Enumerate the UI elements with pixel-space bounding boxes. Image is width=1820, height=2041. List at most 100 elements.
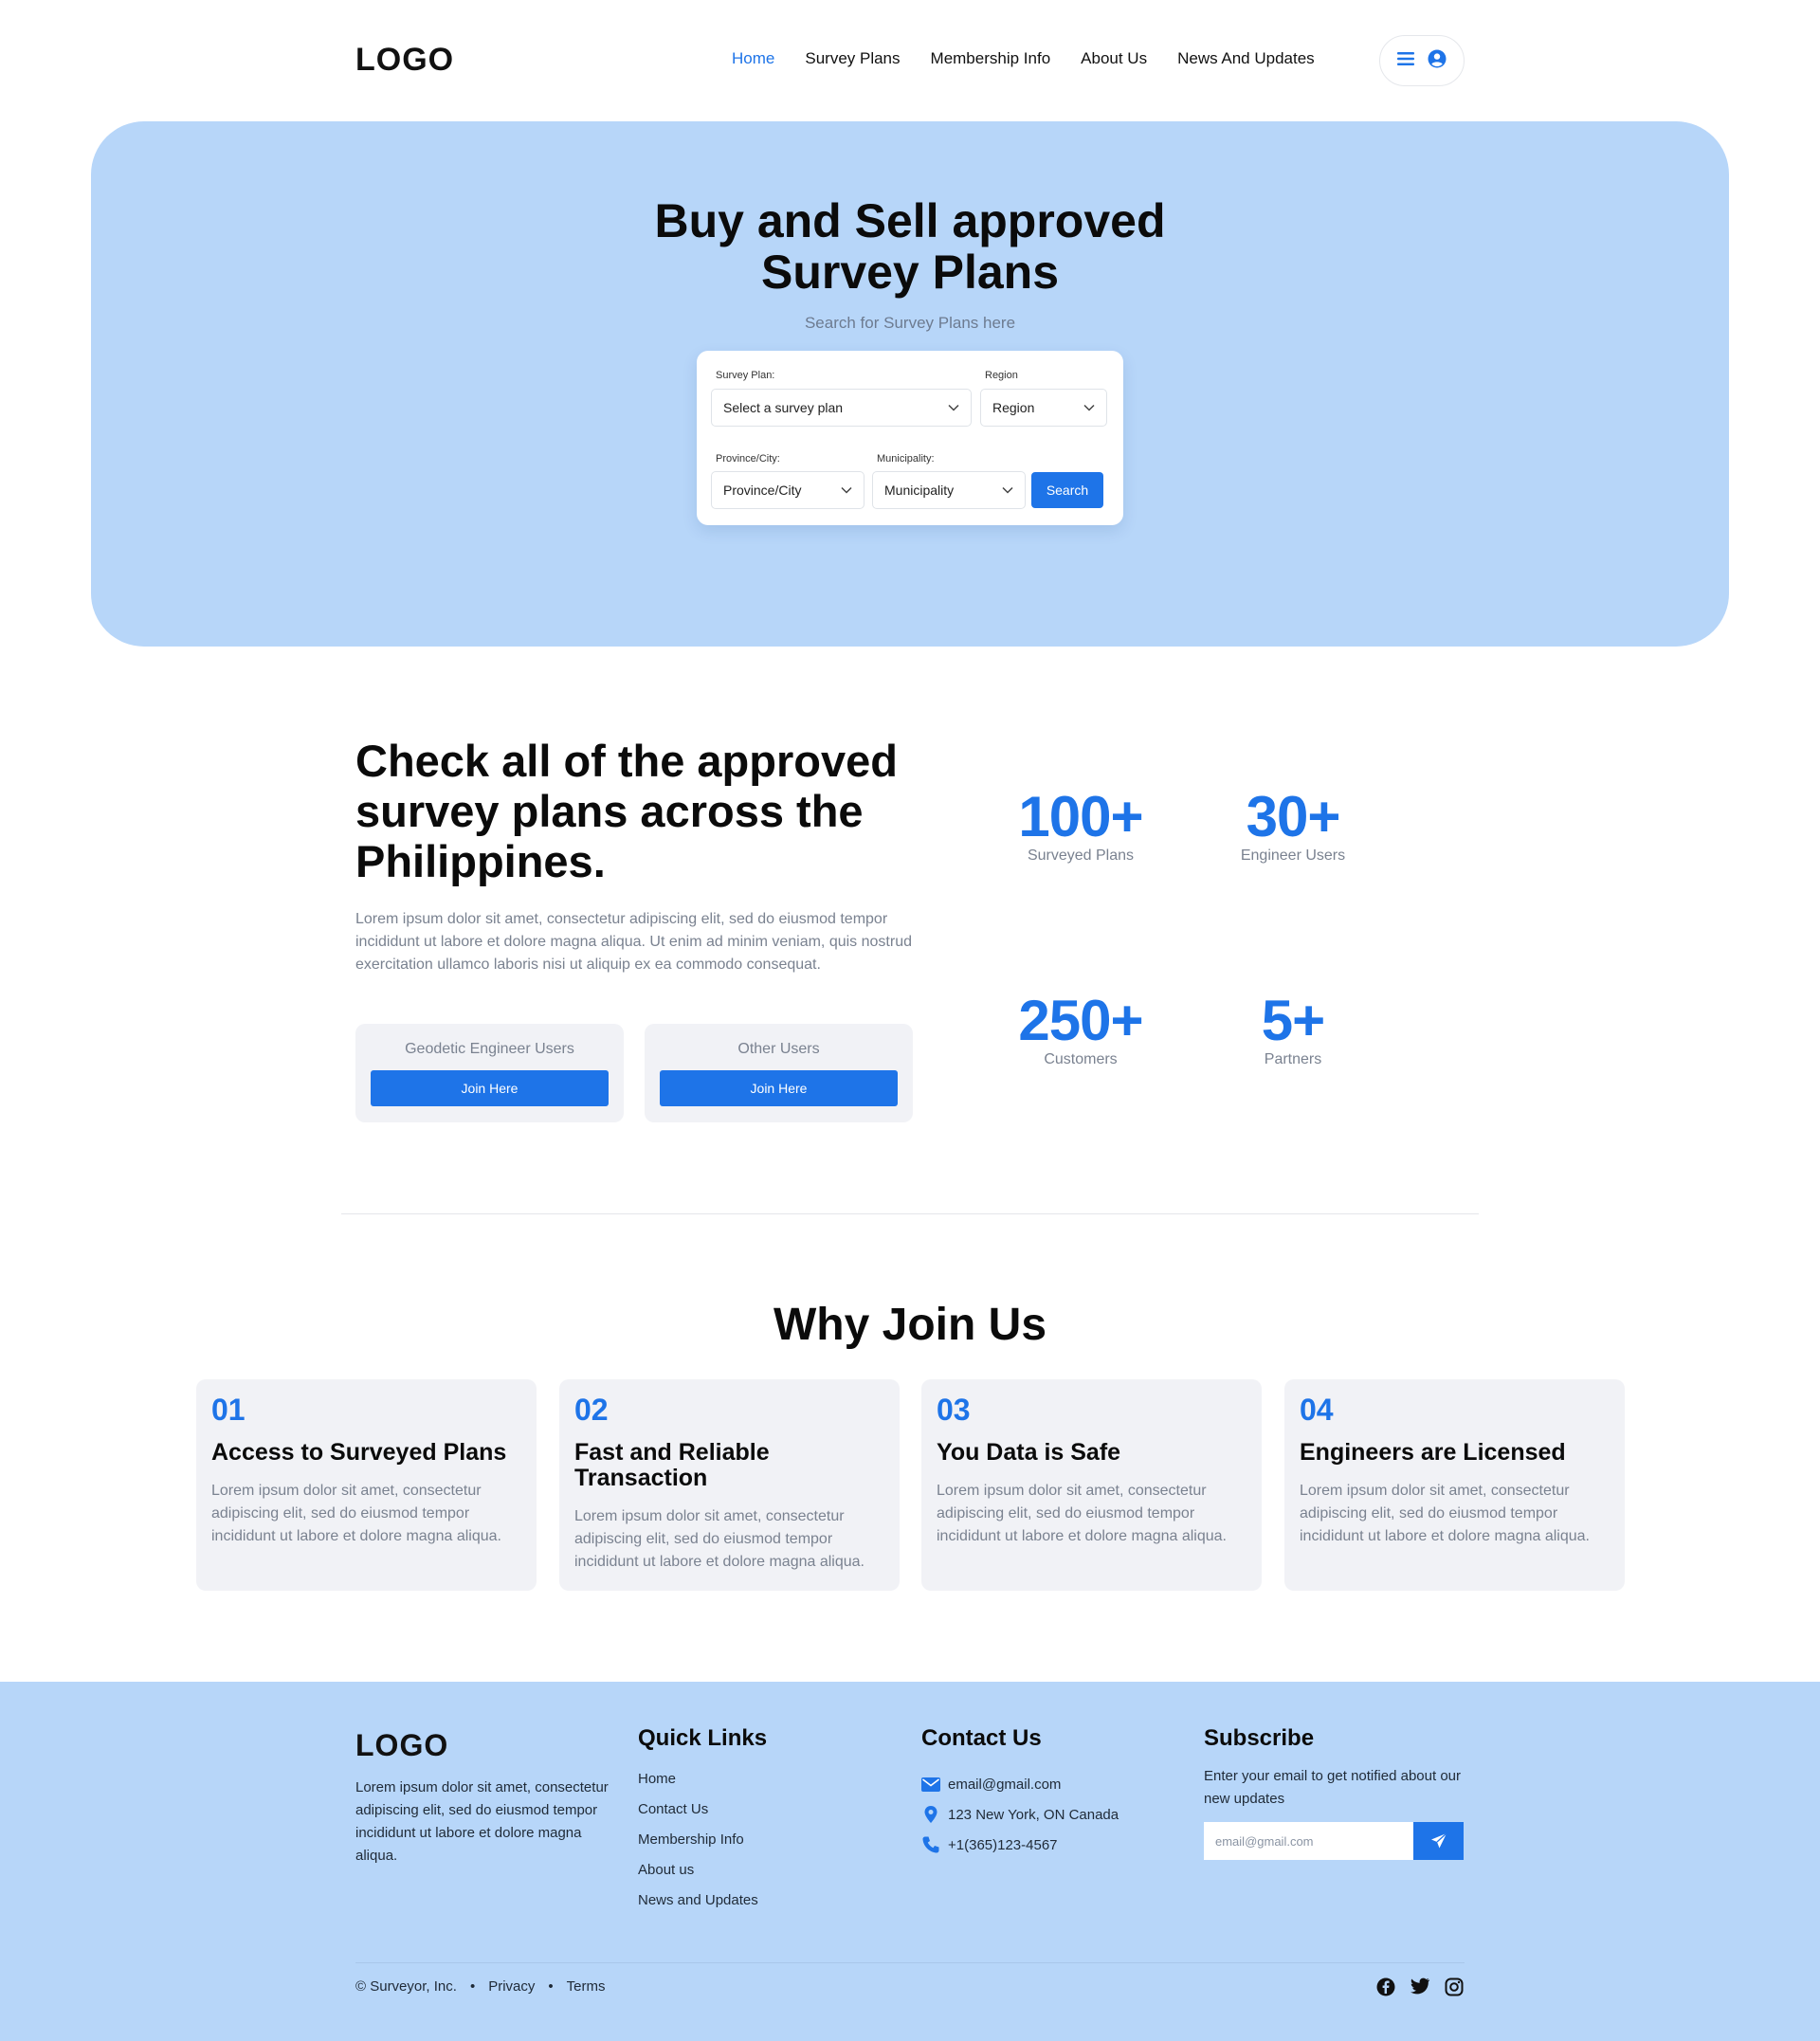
join-other-button[interactable]: Join Here [660, 1070, 898, 1106]
footer-about-text: Lorem ipsum dolor sit amet, consectetur … [355, 1779, 609, 1864]
region-value: Region [992, 400, 1035, 415]
separator-dot: • [548, 1978, 554, 1995]
contact-address: 123 New York, ON Canada [948, 1806, 1119, 1823]
map-pin-icon [924, 1806, 937, 1823]
user-icon[interactable] [1428, 49, 1447, 73]
chevron-down-icon [1002, 486, 1013, 494]
send-icon [1430, 1832, 1447, 1849]
why-card-3: 03 You Data is Safe Lorem ipsum dolor si… [921, 1379, 1262, 1591]
terms-link[interactable]: Terms [567, 1978, 606, 1995]
stat-partners: 5+ Partners [1189, 993, 1397, 1068]
copyright: © Surveyor, Inc. [355, 1978, 457, 1995]
hero-title-line-2: Survey Plans [760, 246, 1060, 299]
twitter-icon[interactable] [1410, 1977, 1429, 1995]
facebook-icon[interactable] [1376, 1977, 1395, 1996]
contact-address-row: 123 New York, ON Canada [921, 1799, 1119, 1830]
section-divider [341, 1213, 1479, 1214]
hero-title-line-1: Buy and Sell approved [654, 194, 1166, 247]
hero-title: Buy and Sell approved Survey Plans [91, 195, 1729, 298]
chevron-down-icon [948, 404, 959, 411]
top-navbar: LOGO Home Survey Plans Membership Info A… [0, 0, 1820, 121]
stat-label: Engineer Users [1240, 847, 1346, 864]
stat-label: Partners [1264, 1051, 1322, 1067]
stat-surveyed-plans: 100+ Surveyed Plans [976, 789, 1185, 865]
why-card-1: 01 Access to Surveyed Plans Lorem ipsum … [196, 1379, 537, 1591]
hero-section: Buy and Sell approved Survey Plans Searc… [91, 121, 1729, 647]
search-form: Survey Plan: Select a survey plan Region… [697, 351, 1123, 525]
card-title: You Data is Safe [937, 1439, 1121, 1466]
separator-dot: • [469, 1978, 476, 1995]
province-city-select[interactable]: Province/City [711, 471, 864, 509]
region-label: Region [985, 370, 1018, 381]
mail-icon [921, 1777, 940, 1792]
contact-phone[interactable]: +1(365)123-4567 [948, 1837, 1058, 1853]
footer-link-news-and-updates[interactable]: News and Updates [638, 1890, 758, 1921]
province-city-label: Province/City: [716, 453, 780, 465]
other-users-join-box: Other Users Join Here [645, 1024, 913, 1122]
check-plans-title: Check all of the approved survey plans a… [355, 736, 898, 886]
subscribe-text: Enter your email to get notified about o… [1204, 1768, 1461, 1807]
survey-plan-value: Select a survey plan [723, 400, 844, 415]
nav-link-news-and-updates[interactable]: News And Updates [1177, 49, 1315, 68]
footer-link-home[interactable]: Home [638, 1769, 758, 1799]
check-plans-description: Lorem ipsum dolor sit amet, consectetur … [355, 911, 912, 973]
card-number: 03 [937, 1393, 971, 1427]
footer-link-about-us[interactable]: About us [638, 1860, 758, 1890]
footer-logo[interactable]: LOGO [355, 1728, 448, 1763]
card-text: Lorem ipsum dolor sit amet, consectetur … [937, 1483, 1227, 1544]
menu-icon[interactable] [1397, 51, 1414, 71]
stat-customers: 250+ Customers [976, 993, 1185, 1068]
account-menu-pill[interactable] [1379, 35, 1465, 86]
instagram-icon[interactable] [1445, 1977, 1464, 1996]
subscribe-email-input[interactable]: email@gmail.com [1204, 1822, 1413, 1860]
join-engineer-button[interactable]: Join Here [371, 1070, 609, 1106]
nav-link-about-us[interactable]: About Us [1081, 49, 1147, 68]
social-links [1376, 1977, 1464, 1996]
card-text: Lorem ipsum dolor sit amet, consectetur … [1300, 1483, 1590, 1544]
chevron-down-icon [841, 486, 852, 494]
main-nav: Home Survey Plans Membership Info About … [732, 49, 1315, 68]
card-number: 02 [574, 1393, 609, 1427]
stat-engineer-users: 30+ Engineer Users [1189, 789, 1397, 865]
municipality-label: Municipality: [877, 453, 935, 465]
province-city-value: Province/City [723, 483, 802, 498]
phone-icon [922, 1836, 939, 1853]
card-title: Engineers are Licensed [1300, 1439, 1566, 1466]
survey-plan-select[interactable]: Select a survey plan [711, 389, 972, 427]
join-box-label: Geodetic Engineer Users [405, 1041, 574, 1057]
card-title: Fast and Reliable Transaction [574, 1439, 770, 1491]
stat-number: 100+ [1018, 785, 1143, 848]
card-title: Access to Surveyed Plans [211, 1439, 507, 1466]
survey-plan-label: Survey Plan: [716, 370, 775, 381]
contact-email[interactable]: email@gmail.com [948, 1777, 1061, 1793]
stat-number: 5+ [1261, 989, 1325, 1052]
chevron-down-icon [1083, 404, 1095, 411]
nav-link-home[interactable]: Home [732, 49, 774, 68]
contact-email-row: email@gmail.com [921, 1769, 1119, 1799]
nav-link-survey-plans[interactable]: Survey Plans [805, 49, 900, 68]
quick-links-list: Home Contact Us Membership Info About us… [638, 1769, 758, 1921]
municipality-select[interactable]: Municipality [872, 471, 1026, 509]
search-button[interactable]: Search [1031, 472, 1103, 508]
footer-link-contact-us[interactable]: Contact Us [638, 1799, 758, 1830]
card-number: 01 [211, 1393, 246, 1427]
region-select[interactable]: Region [980, 389, 1107, 427]
why-join-title: Why Join Us [773, 1300, 1047, 1350]
quick-links-title: Quick Links [638, 1725, 768, 1751]
subscribe-send-button[interactable] [1413, 1822, 1464, 1860]
municipality-value: Municipality [884, 483, 955, 498]
footer-link-membership-info[interactable]: Membership Info [638, 1830, 758, 1860]
geodetic-engineer-join-box: Geodetic Engineer Users Join Here [355, 1024, 624, 1122]
stat-number: 30+ [1246, 785, 1341, 848]
logo[interactable]: LOGO [355, 42, 454, 79]
subscribe-title: Subscribe [1204, 1725, 1315, 1751]
stat-number: 250+ [1018, 989, 1143, 1052]
privacy-link[interactable]: Privacy [488, 1978, 535, 1995]
stat-label: Customers [1044, 1051, 1118, 1067]
contact-list: email@gmail.com 123 New York, ON Canada … [921, 1769, 1119, 1860]
nav-link-membership-info[interactable]: Membership Info [931, 49, 1051, 68]
card-number: 04 [1300, 1393, 1334, 1427]
stat-label: Surveyed Plans [1027, 847, 1135, 864]
card-text: Lorem ipsum dolor sit amet, consectetur … [211, 1483, 501, 1544]
hero-subtitle: Search for Survey Plans here [804, 314, 1016, 332]
